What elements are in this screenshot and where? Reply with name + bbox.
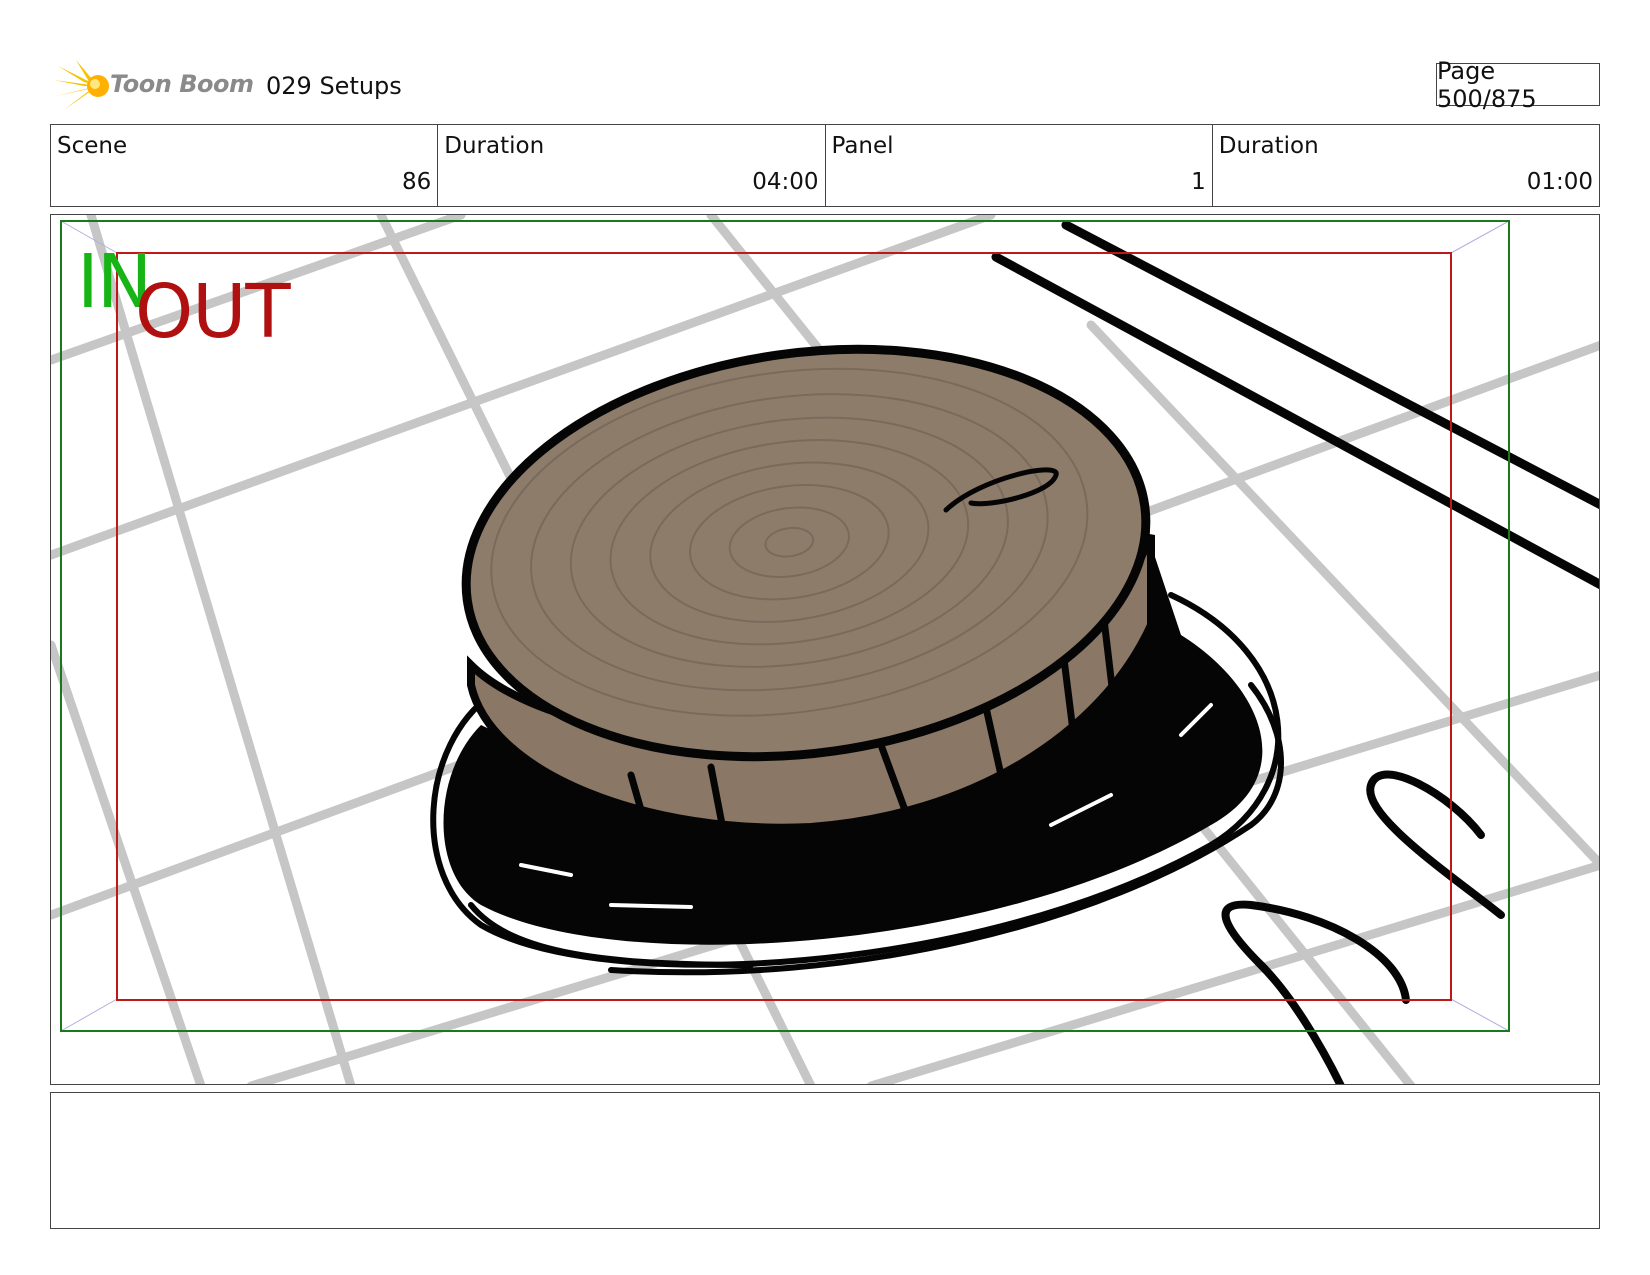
page-counter: Page 500/875 — [1436, 57, 1600, 113]
storyboard-page: Toon Boom 029 Setups Page 500/875 Scene … — [0, 0, 1650, 1275]
panel-duration-cell: Duration 01:00 — [1213, 125, 1599, 206]
scene-duration-cell: Duration 04:00 — [438, 125, 826, 206]
out-label: OUT — [135, 269, 291, 355]
logo-wordmark: Toon Boom — [110, 70, 254, 98]
panel-duration-value: 01:00 — [1526, 169, 1593, 195]
storyboard-panel: IN OUT — [50, 214, 1600, 1085]
scene-value: 86 — [401, 169, 432, 195]
panel-label: Panel — [831, 133, 894, 159]
panel-duration-label: Duration — [1218, 133, 1319, 159]
panel-info-table: Scene 86 Duration 04:00 Panel 1 Duration… — [50, 124, 1600, 207]
scene-duration-label: Duration — [444, 133, 545, 159]
panel-cell: Panel 1 — [826, 125, 1213, 206]
panel-notes-box — [50, 1092, 1600, 1229]
scene-cell: Scene 86 — [51, 125, 439, 206]
panel-value: 1 — [1191, 169, 1206, 195]
scene-duration-value: 04:00 — [752, 169, 819, 195]
project-title: 029 Setups — [266, 72, 402, 100]
scene-label: Scene — [57, 133, 128, 159]
